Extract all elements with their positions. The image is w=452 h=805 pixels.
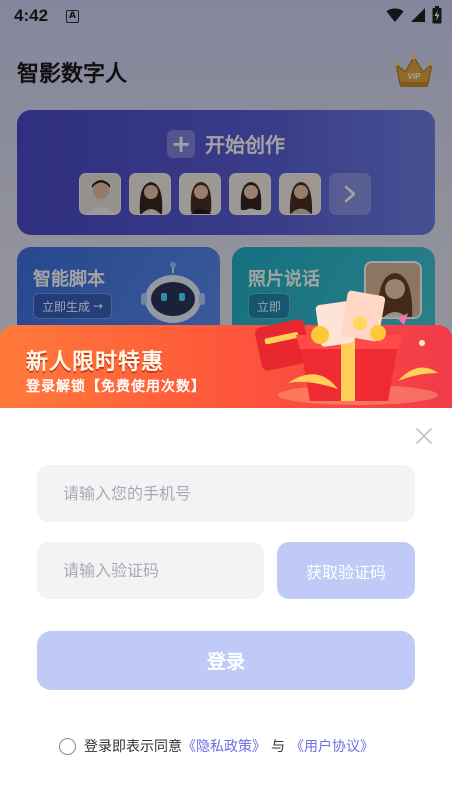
newcomer-promo-banner: 新人限时特惠 登录解锁【免费使用次数】: [0, 290, 452, 409]
login-sheet: 获取验证码 登录 登录即表示同意 《隐私政策》 与 《用户协议》: [0, 408, 452, 805]
login-button[interactable]: 登录: [37, 631, 415, 690]
user-agreement-link[interactable]: 《用户协议》: [290, 736, 374, 756]
close-icon: [416, 428, 432, 444]
verification-code-input[interactable]: [37, 542, 264, 599]
privacy-policy-link[interactable]: 《隐私政策》: [182, 736, 266, 756]
close-button[interactable]: [413, 425, 435, 447]
agreement-row: 登录即表示同意 《隐私政策》 与 《用户协议》: [59, 736, 374, 756]
gift-box-icon: [255, 290, 438, 405]
promo-title: 新人限时特惠: [26, 350, 165, 375]
get-code-button[interactable]: 获取验证码: [277, 542, 415, 599]
promo-subtitle: 登录解锁【免费使用次数】: [26, 379, 206, 395]
agreement-text: 登录即表示同意: [84, 739, 182, 755]
phone-input[interactable]: [37, 465, 415, 522]
agreement-and-text: 与: [271, 739, 285, 755]
agreement-checkbox[interactable]: [59, 737, 76, 755]
